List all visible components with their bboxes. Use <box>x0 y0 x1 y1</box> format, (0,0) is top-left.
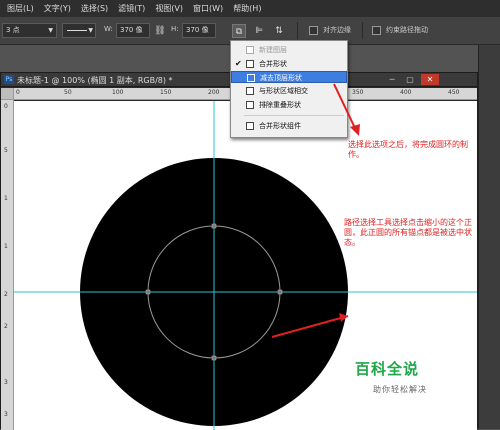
menu-item-label: 合并形状组件 <box>259 122 301 130</box>
ruler-tick: 150 <box>160 89 172 96</box>
menu-layer[interactable]: 图层(L) <box>2 0 39 17</box>
document-title: 未标题-1 @ 100% (椭圆 1 副本, RGB/8) * <box>17 76 173 85</box>
ruler-vertical: 0 5 1 1 2 2 3 3 <box>1 100 14 430</box>
divider <box>297 22 298 39</box>
width-input[interactable]: 370 像 <box>116 23 150 38</box>
subtract-shape-icon <box>247 74 255 82</box>
menu-filter[interactable]: 滤镜(T) <box>113 0 150 17</box>
menu-item-label: 减去顶层形状 <box>260 74 302 82</box>
exclude-overlap-icon <box>246 101 254 109</box>
chevron-down-icon: ▼ <box>48 27 53 34</box>
checkmark-icon: ✔ <box>235 59 242 68</box>
maximize-icon[interactable]: ▢ <box>403 75 417 85</box>
menu-view[interactable]: 视图(V) <box>150 0 188 17</box>
menu-item-label: 排除重叠形状 <box>259 101 301 109</box>
minimize-icon[interactable]: ─ <box>385 75 399 85</box>
height-input[interactable]: 370 像 <box>182 23 216 38</box>
menu-item-new-layer[interactable]: 新建图层 <box>231 44 347 56</box>
annotation-arrow <box>333 83 356 129</box>
annotation-note-1: 选择此选项之后，将完成圆环的制作。 <box>348 140 468 159</box>
annotation-note-2: 路径选择工具选择点击缩小的这个正圆，此正圆的所有锚点都是被选中状态。 <box>344 218 472 247</box>
ruler-tick: 5 <box>4 147 8 154</box>
ruler-tick: 2 <box>4 323 8 330</box>
menu-separator <box>244 115 344 116</box>
panel-dock <box>478 45 500 429</box>
menu-select[interactable]: 选择(S) <box>76 0 113 17</box>
align-edges-checkbox[interactable] <box>309 26 318 35</box>
stroke-size-value: 3 点 <box>6 26 20 34</box>
ruler-tick: 0 <box>4 103 8 110</box>
anchor-point[interactable] <box>277 289 283 295</box>
constrain-path-checkbox[interactable] <box>372 26 381 35</box>
ruler-corner <box>1 88 14 100</box>
ruler-tick: 400 <box>400 89 412 96</box>
ruler-tick: 2 <box>4 291 8 298</box>
h-label: H: <box>171 25 179 33</box>
ruler-tick: 1 <box>4 243 8 250</box>
stroke-line-icon <box>67 30 87 31</box>
link-icon[interactable]: ⛓ <box>153 24 167 38</box>
watermark-subtitle: 助你轻松解决 <box>373 385 427 394</box>
width-value: 370 像 <box>120 26 143 34</box>
menu-item-label: 新建图层 <box>259 46 287 54</box>
path-arrangement-icon[interactable]: ⇅ <box>272 24 286 38</box>
ruler-tick: 3 <box>4 411 8 418</box>
align-edges-label: 对齐边缘 <box>323 26 351 34</box>
divider <box>362 22 363 39</box>
annotation-arrow-svg <box>333 83 360 136</box>
ruler-tick: 100 <box>112 89 124 96</box>
menu-item-label: 合并形状 <box>259 60 287 68</box>
ruler-tick: 1 <box>4 195 8 202</box>
ruler-tick: 3 <box>4 379 8 386</box>
ruler-tick: 50 <box>64 89 72 96</box>
menu-item-combine-shapes[interactable]: ✔ 合并形状 <box>231 58 347 70</box>
menu-type[interactable]: 文字(Y) <box>39 0 76 17</box>
ruler-tick: 0 <box>16 89 20 96</box>
annotation-arrowhead <box>350 124 360 136</box>
path-operations-icon[interactable]: ⧉ <box>232 24 246 38</box>
anchor-point[interactable] <box>211 223 217 229</box>
new-layer-icon <box>246 46 254 54</box>
ruler-tick: 450 <box>448 89 460 96</box>
stroke-type-select[interactable]: ▼ <box>62 23 96 38</box>
anchor-point[interactable] <box>211 355 217 361</box>
menu-item-label: 与形状区域相交 <box>259 87 308 95</box>
path-alignment-icon[interactable]: ⊫ <box>252 24 266 38</box>
menu-help[interactable]: 帮助(H) <box>228 0 266 17</box>
close-icon[interactable]: ✕ <box>421 74 439 85</box>
chevron-down-icon: ▼ <box>88 27 93 34</box>
ruler-tick: 200 <box>208 89 220 96</box>
intersect-shapes-icon <box>246 87 254 95</box>
menu-window[interactable]: 窗口(W) <box>188 0 228 17</box>
ps-logo-icon: Ps <box>4 75 14 84</box>
constrain-path-label: 约束路径拖动 <box>386 26 428 34</box>
stroke-size-select[interactable]: 3 点 ▼ <box>2 23 57 38</box>
menu-bar: 图层(L) 文字(Y) 选择(S) 滤镜(T) 视图(V) 窗口(W) 帮助(H… <box>0 0 500 17</box>
merge-components-icon <box>246 122 254 130</box>
combine-shapes-icon <box>246 60 254 68</box>
height-value: 370 像 <box>186 26 209 34</box>
anchor-point[interactable] <box>145 289 151 295</box>
watermark-logo: 百科全说 <box>355 360 420 378</box>
w-label: W: <box>104 25 113 33</box>
